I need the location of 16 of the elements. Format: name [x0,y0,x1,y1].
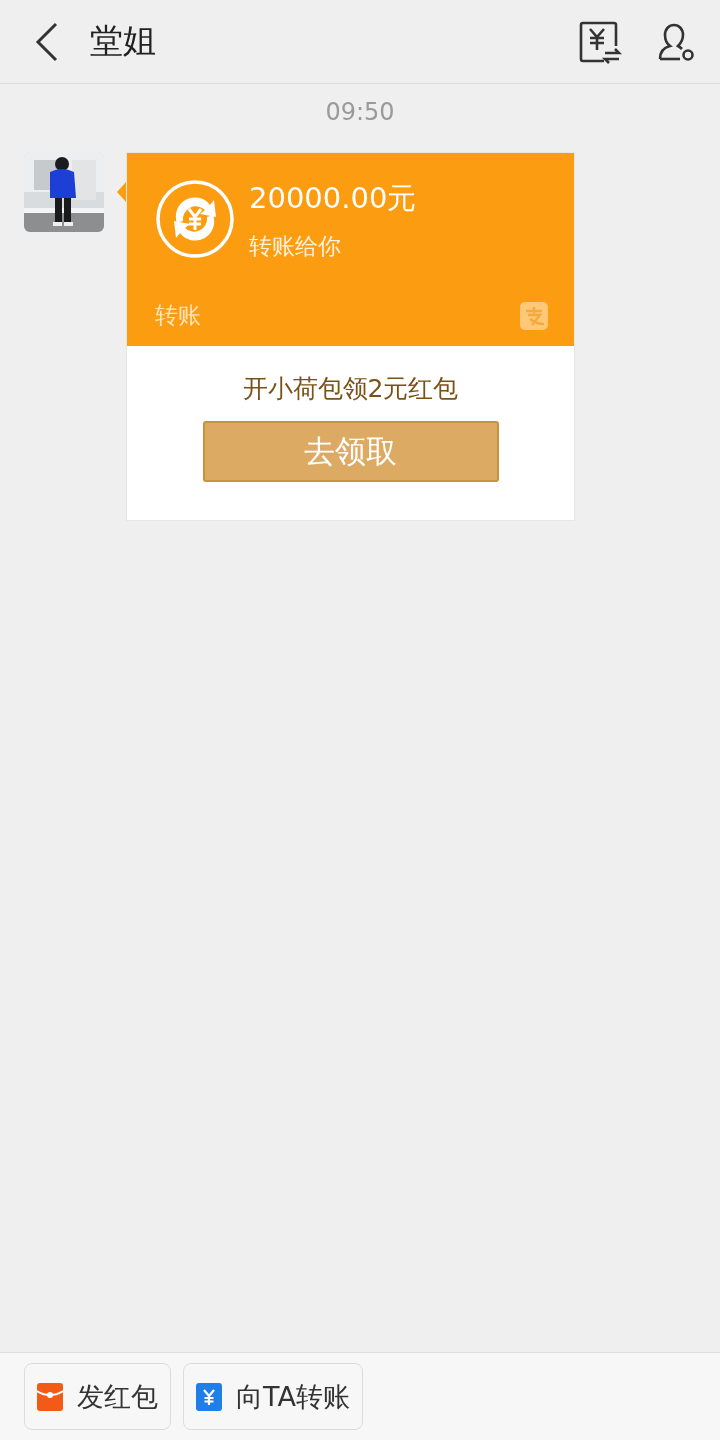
envelope-button[interactable]: 发红包 [24,1363,171,1430]
transfer-caption: 转账给你 [249,232,342,261]
back-icon[interactable] [34,21,60,62]
chat-title: 堂姐 [90,20,157,62]
payment-logo-icon [520,301,548,330]
person-settings-icon[interactable] [656,21,696,62]
transfer-button[interactable]: 向TA转账 [183,1363,363,1430]
transfer-label: 转账 [155,301,201,330]
yuan-card-icon [196,1382,222,1411]
promo-text: 开小荷包领2元红包 [242,373,459,405]
yuan-transfer-icon[interactable] [578,19,622,64]
transfer-amount: 20000.00元 [249,180,417,217]
yuan-refresh-icon [155,179,235,259]
message-time: 09:50 [325,98,395,126]
transfer-card[interactable]: 20000.00元 转账给你 转账 开小荷包领2元红包 去领取 [126,152,575,521]
envelope-icon [37,1382,63,1411]
